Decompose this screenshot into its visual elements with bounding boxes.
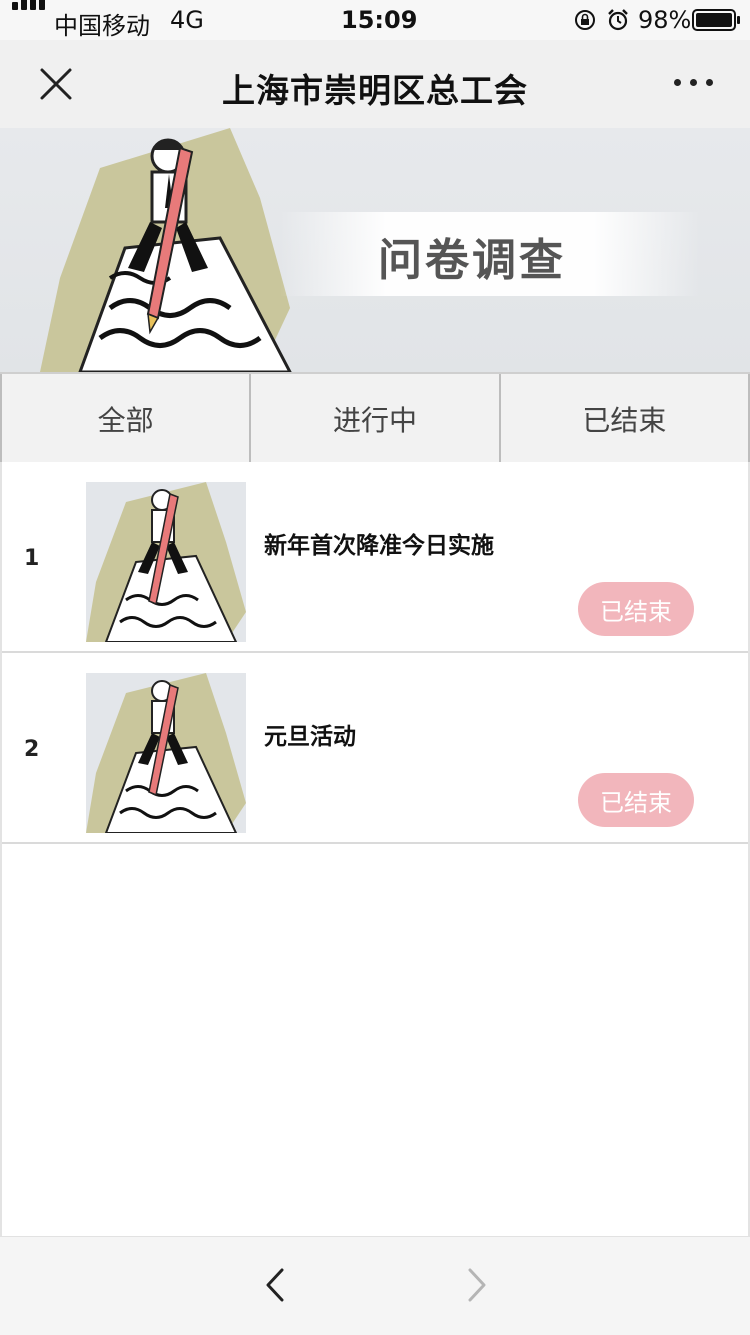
survey-title: 新年首次降准今日实施 bbox=[264, 533, 494, 559]
survey-list: 1 新年首次降准今日实施 已结束 2 元旦活动 已结束 bbox=[0, 462, 750, 1236]
writer-thumbnail-image bbox=[86, 482, 246, 642]
tab-all[interactable]: 全部 bbox=[0, 374, 252, 464]
battery-percent: 98% bbox=[638, 6, 692, 34]
filter-tabs: 全部 进行中 已结束 bbox=[0, 372, 750, 465]
nav-bar: 上海市崇明区总工会 bbox=[0, 40, 750, 128]
back-arrow-icon[interactable] bbox=[262, 1267, 292, 1303]
network-label: 4G bbox=[170, 6, 204, 34]
list-item[interactable]: 1 新年首次降准今日实施 已结束 bbox=[2, 462, 748, 653]
status-badge: 已结束 bbox=[578, 582, 694, 636]
survey-title: 元旦活动 bbox=[264, 724, 356, 750]
status-badge: 已结束 bbox=[578, 773, 694, 827]
carrier-label: 中国移动 bbox=[54, 12, 150, 40]
writer-thumbnail-image bbox=[86, 673, 246, 833]
more-icon[interactable] bbox=[674, 76, 714, 88]
survey-thumbnail bbox=[86, 673, 246, 833]
clock: 15:09 bbox=[341, 6, 418, 34]
rotation-lock-icon bbox=[575, 10, 595, 30]
tab-ended[interactable]: 已结束 bbox=[501, 374, 750, 464]
status-bar: 中国移动 4G 15:09 98% bbox=[0, 0, 750, 40]
list-item[interactable]: 2 元旦活动 已结束 bbox=[2, 653, 748, 844]
banner-title: 问卷调查 bbox=[378, 235, 566, 286]
forward-arrow-icon[interactable] bbox=[462, 1267, 492, 1303]
page-title: 上海市崇明区总工会 bbox=[222, 71, 528, 110]
tab-ongoing[interactable]: 进行中 bbox=[251, 374, 501, 464]
survey-banner: 问卷调查 bbox=[0, 128, 750, 372]
alarm-icon bbox=[608, 9, 628, 31]
battery-icon bbox=[692, 9, 740, 31]
item-index: 2 bbox=[24, 737, 40, 762]
survey-thumbnail bbox=[86, 482, 246, 642]
item-index: 1 bbox=[24, 546, 40, 571]
browser-toolbar bbox=[0, 1236, 750, 1335]
